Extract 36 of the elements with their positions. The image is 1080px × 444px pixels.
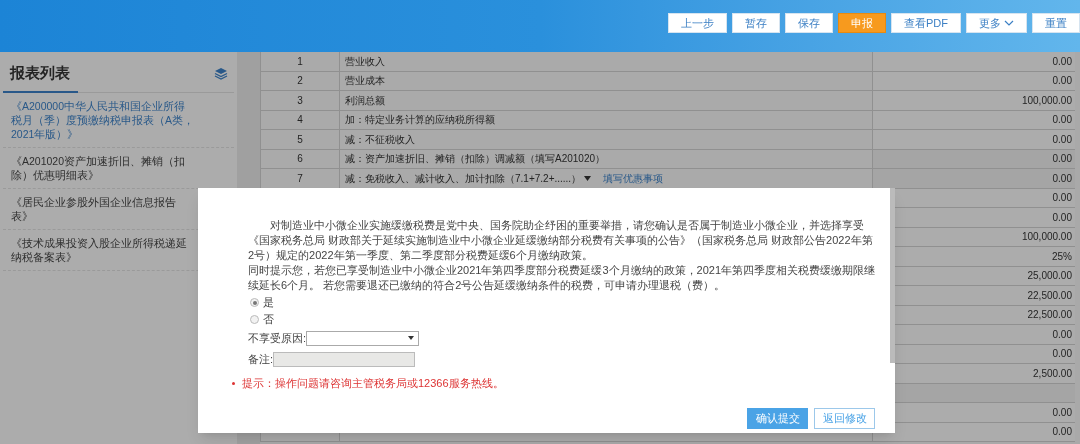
dialog-button[interactable]: 确认提交 <box>747 408 808 429</box>
reason-select[interactable] <box>306 330 420 346</box>
dialog-paragraph: 对制造业中小微企业实施缓缴税费是党中央、国务院助企纾困的重要举措，请您确认是否属于制造业小微企业，并选择享受《国家税务总局 财政部关于延续实施制造业中小微企业延缓缴纳部分税费有关事项的公告》（国家税务总局 财政部公告2022年第2号）规定的2022年第一季度、第二季度部分税费延缓6个月缴纳政策。 <box>248 218 874 263</box>
radio-button[interactable] <box>250 298 259 307</box>
toolbar-button[interactable]: 更多 <box>966 13 1027 33</box>
table-cell-text: 加：特定业务计算的应纳税所得额 <box>345 113 495 128</box>
table-cell: 1 <box>260 52 340 71</box>
table-cell-text: 利润总额 <box>345 93 385 108</box>
table-cell: 7 <box>260 169 340 188</box>
field-label: 备注: <box>248 351 274 367</box>
table-cell: 3 <box>260 91 340 110</box>
radio-button[interactable] <box>250 315 259 324</box>
bullet-icon <box>232 382 235 385</box>
table-cell-text: 营业成本 <box>345 74 385 89</box>
table-cell: 5 <box>260 130 340 149</box>
chevron-down-icon <box>1004 19 1014 27</box>
caret-icon <box>408 336 415 340</box>
layers-icon <box>214 67 228 80</box>
toolbar-button[interactable]: 暂存 <box>732 13 780 33</box>
toolbar-button[interactable]: 保存 <box>785 13 833 33</box>
scrollbar[interactable] <box>890 188 895 363</box>
toolbar-button[interactable]: 重置 <box>1032 13 1080 33</box>
table-cell-text: 营业收入 <box>345 54 385 69</box>
field-label: 不享受原因: <box>248 330 307 346</box>
table-cell: 0.00 <box>873 169 1075 188</box>
sidebar-title: 报表列表 <box>3 55 78 93</box>
tip-text: 提示：操作问题请咨询主管税务局或12366服务热线。 <box>242 376 504 391</box>
table-cell-text: 减：资产加速折旧、摊销（扣除）调减额（填写A201020） <box>345 152 606 167</box>
dialog-button[interactable]: 返回修改 <box>814 408 875 429</box>
table-cell: 减：免税收入、减计收入、加计扣除（7.1+7.2+......） <box>345 170 592 186</box>
fill-in-link[interactable]: 填写优惠事项 <box>603 170 664 186</box>
toolbar-button[interactable]: 查看PDF <box>891 13 961 33</box>
toolbar-button[interactable]: 上一步 <box>668 13 727 33</box>
table-cell-text: 减：不征税收入 <box>345 132 415 147</box>
caret-icon[interactable] <box>584 175 592 181</box>
report-list-item[interactable]: 《A200000中华人民共和国企业所得税月（季）度预缴纳税申报表（A类，2021年版）》 <box>3 93 234 148</box>
